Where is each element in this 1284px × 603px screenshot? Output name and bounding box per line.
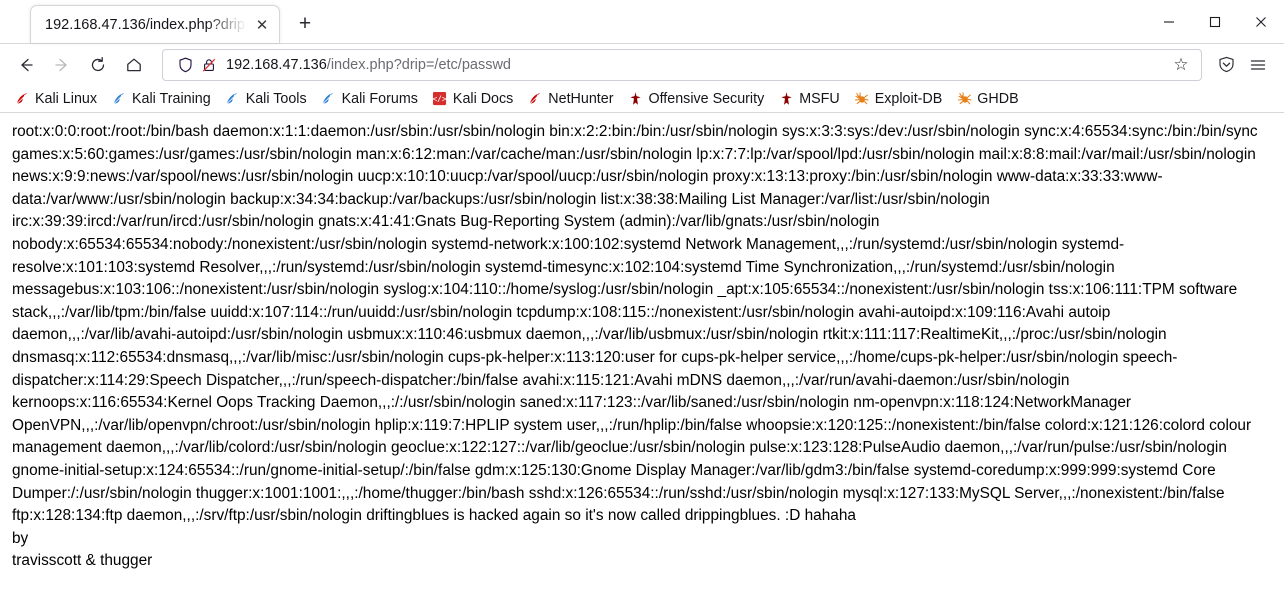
bookmark-label: Offensive Security xyxy=(648,90,765,107)
bookmark-label: GHDB xyxy=(977,90,1019,107)
navigation-toolbar: 192.168.47.136/index.php?drip=/etc/passw… xyxy=(0,43,1284,85)
bookmark-star-icon[interactable]: ☆ xyxy=(1167,52,1195,78)
kali-docs-code-icon: </> xyxy=(432,91,448,107)
kali-dragon-blue-icon xyxy=(111,91,127,107)
bookmark-kali-training[interactable]: Kali Training xyxy=(105,89,217,109)
bookmark-kali-tools[interactable]: Kali Tools xyxy=(219,89,313,109)
new-tab-button[interactable]: + xyxy=(288,7,322,41)
bookmark-kali-docs[interactable]: </> Kali Docs xyxy=(426,89,519,109)
maximize-icon[interactable] xyxy=(1192,0,1238,43)
bookmark-ghdb[interactable]: GHDB xyxy=(950,89,1024,109)
back-button-icon[interactable] xyxy=(8,49,44,81)
home-button-icon[interactable] xyxy=(116,49,152,81)
passwd-dump-text: root:x:0:0:root:/root:/bin/bash daemon:x… xyxy=(12,123,1258,525)
hamburger-menu-icon[interactable] xyxy=(1242,49,1274,81)
bookmark-label: MSFU xyxy=(799,90,840,107)
forward-button-icon[interactable] xyxy=(44,49,80,81)
lock-crossed-icon[interactable] xyxy=(197,53,221,77)
bookmark-kali-linux[interactable]: Kali Linux xyxy=(8,89,103,109)
bookmark-label: Exploit-DB xyxy=(874,90,943,107)
signature-line-1: by xyxy=(12,529,29,547)
offsec-icon xyxy=(778,91,794,107)
window-controls xyxy=(1146,0,1284,43)
bookmark-label: Kali Training xyxy=(132,90,211,107)
shield-icon[interactable] xyxy=(173,53,197,77)
signature-line-2: travisscott & thugger xyxy=(12,552,153,570)
url-text: 192.168.47.136/index.php?drip=/etc/passw… xyxy=(226,57,1167,73)
close-window-icon[interactable] xyxy=(1238,0,1284,43)
bookmark-label: Kali Docs xyxy=(452,90,514,107)
bookmark-nethunter[interactable]: NetHunter xyxy=(521,89,619,109)
bookmark-offensive-security[interactable]: Offensive Security xyxy=(621,89,770,109)
offsec-icon xyxy=(627,91,643,107)
bookmark-label: Kali Tools xyxy=(245,90,307,107)
kali-dragon-blue-icon xyxy=(321,91,337,107)
bookmark-label: NetHunter xyxy=(548,90,614,107)
url-path: /index.php?drip=/etc/passwd xyxy=(326,56,511,73)
minimize-icon[interactable] xyxy=(1146,0,1192,43)
url-host: 192.168.47.136 xyxy=(226,56,327,73)
tab-title: 192.168.47.136/index.php?drip=/etc/passw… xyxy=(45,16,251,33)
bookmarks-bar: Kali Linux Kali Training Kali Tools Kali… xyxy=(0,85,1284,113)
bookmark-kali-forums[interactable]: Kali Forums xyxy=(315,89,424,109)
kali-dragon-blue-icon xyxy=(225,91,241,107)
kali-dragon-red-icon xyxy=(527,91,543,107)
tab-strip: 192.168.47.136/index.php?drip=/etc/passw… xyxy=(0,0,1284,43)
bookmark-msfu[interactable]: MSFU xyxy=(772,89,846,109)
close-tab-icon[interactable]: ✕ xyxy=(251,14,273,36)
bookmark-label: Kali Linux xyxy=(35,90,97,107)
svg-text:</>: </> xyxy=(433,95,448,104)
pocket-shield-icon[interactable] xyxy=(1210,49,1242,81)
spider-icon xyxy=(956,91,972,107)
reload-button-icon[interactable] xyxy=(80,49,116,81)
browser-tab[interactable]: 192.168.47.136/index.php?drip=/etc/passw… xyxy=(30,5,280,43)
bookmark-exploit-db[interactable]: Exploit-DB xyxy=(848,89,949,109)
page-content: root:x:0:0:root:/root:/bin/bash daemon:x… xyxy=(0,113,1284,603)
bookmark-label: Kali Forums xyxy=(341,90,418,107)
kali-dragon-red-icon xyxy=(14,91,30,107)
address-bar[interactable]: 192.168.47.136/index.php?drip=/etc/passw… xyxy=(162,48,1202,81)
spider-icon xyxy=(854,91,870,107)
